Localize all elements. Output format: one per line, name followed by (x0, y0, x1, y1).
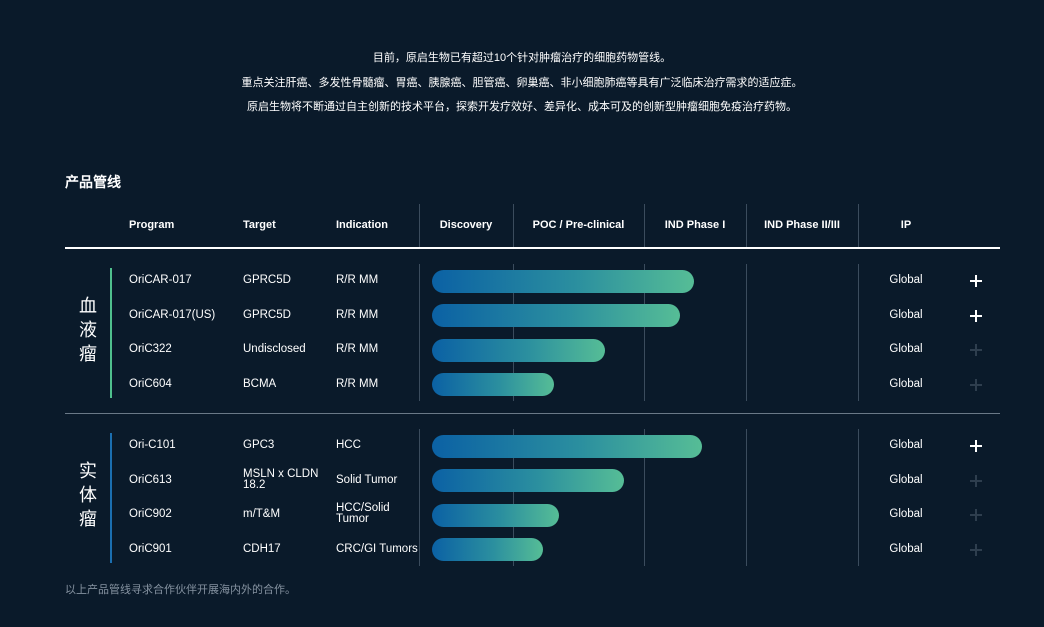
header-discovery: Discovery (439, 219, 493, 231)
indication: CRC/GI Tumors (336, 542, 418, 555)
header-ip: IP (900, 219, 912, 231)
program-name: OriC322 (129, 343, 172, 356)
phase-divider (419, 264, 420, 401)
header-ind-phase-2-3: IND Phase II/III (764, 219, 840, 231)
cell-line: 18.2 (243, 478, 266, 491)
indication: HCC (336, 439, 361, 452)
cell-line: Tumor (336, 513, 369, 526)
header-poc: POC / Pre-clinical (532, 219, 625, 231)
indication: R/R MM (336, 308, 379, 321)
target-name: BCMA (243, 377, 277, 390)
ip-region: Global (889, 274, 923, 287)
ip-region: Global (889, 439, 923, 452)
progress-bar (432, 373, 554, 397)
ip-region: Global (889, 343, 923, 356)
program-name: OriC604 (129, 377, 172, 390)
plus-icon[interactable] (968, 438, 984, 454)
plus-icon (968, 342, 984, 358)
progress-bar (432, 538, 543, 562)
program-name: OriC901 (129, 542, 172, 555)
header-target: Target (243, 219, 276, 231)
plus-icon (968, 542, 984, 558)
phase-divider (746, 429, 747, 566)
ip-region: Global (889, 508, 923, 521)
program-name: Ori-C101 (129, 439, 176, 452)
target-name: GPRC5D (243, 274, 291, 287)
plus-icon (968, 507, 984, 523)
header-divider (644, 204, 645, 247)
group-label: 实体瘤 (74, 460, 102, 532)
ip-region: Global (889, 377, 923, 390)
plus-icon (968, 473, 984, 489)
indication: Solid Tumor (336, 473, 398, 486)
target-name: m/T&M (243, 508, 281, 521)
header-ind-phase-1: IND Phase I (664, 219, 726, 231)
group-label-char: 体 (79, 485, 97, 506)
plus-icon[interactable] (968, 308, 984, 324)
program-name: OriC613 (129, 473, 172, 486)
phase-divider (746, 264, 747, 401)
header-divider (746, 204, 747, 247)
progress-bar (432, 338, 605, 362)
indication: R/R MM (336, 377, 379, 390)
target-name: MSLN x CLDN 18.2 (243, 468, 318, 491)
progress-bar (432, 269, 694, 293)
group-accent-bar (110, 268, 112, 398)
plus-icon[interactable] (968, 273, 984, 289)
intro-line-2: 重点关注肝癌、多发性骨髓瘤、胃癌、胰腺癌、胆管癌、卵巢癌、非小细胞肺癌等具有广泛… (241, 76, 803, 89)
group-label-char: 血 (79, 296, 97, 317)
ip-region: Global (889, 473, 923, 486)
target-name: CDH17 (243, 542, 281, 555)
program-name: OriCAR-017 (129, 274, 192, 287)
indication: R/R MM (336, 274, 379, 287)
footnote: 以上产品管线寻求合作伙伴开展海内外的合作。 (65, 584, 296, 596)
header-divider (419, 204, 420, 247)
header-program: Program (129, 219, 175, 231)
progress-bar (432, 503, 559, 527)
group-label-char: 实 (79, 461, 97, 482)
ip-region: Global (889, 542, 923, 555)
progress-bar (432, 434, 702, 458)
program-name: OriC902 (129, 508, 172, 521)
target-name: GPRC5D (243, 308, 291, 321)
group-accent-bar (110, 433, 112, 563)
group-label-char: 液 (79, 320, 97, 341)
phase-divider (419, 429, 420, 566)
group-label-char: 瘤 (79, 344, 97, 365)
intro-text: 目前，原启生物已有超过10个针对肿瘤治疗的细胞药物管线。 重点关注肝癌、多发性骨… (0, 46, 1044, 120)
header-underline (65, 247, 1000, 249)
header-divider (513, 204, 514, 247)
header-divider (858, 204, 859, 247)
intro-line-1: 目前，原启生物已有超过10个针对肿瘤治疗的细胞药物管线。 (372, 52, 672, 64)
ip-region: Global (889, 308, 923, 321)
indication: HCC/Solid Tumor (336, 503, 390, 526)
target-name: GPC3 (243, 439, 275, 452)
group-label: 血液瘤 (74, 295, 102, 367)
intro-line-3: 原启生物将不断通过自主创新的技术平台，探索开发疗效好、差异化、成本可及的创新型肿… (247, 101, 797, 113)
plus-icon (968, 377, 984, 393)
target-name: Undisclosed (243, 343, 306, 356)
indication: R/R MM (336, 343, 379, 356)
group-label-char: 瘤 (79, 509, 97, 530)
header-indication: Indication (336, 219, 388, 231)
group-separator (65, 413, 1000, 414)
section-title: 产品管线 (65, 174, 121, 190)
program-name: OriCAR-017(US) (129, 308, 216, 321)
progress-bar (432, 304, 680, 328)
progress-bar (432, 469, 624, 493)
